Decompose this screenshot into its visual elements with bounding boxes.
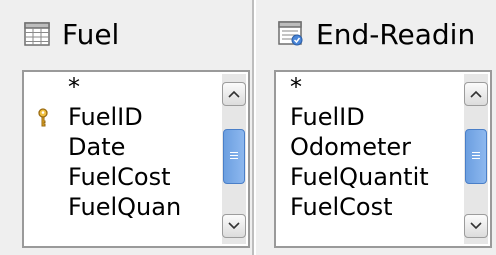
field-label: * xyxy=(290,73,302,101)
table-window-fuel[interactable]: Fuel * FuelID Date FuelCost FuelQuan xyxy=(0,0,252,255)
table-title: End-Readin xyxy=(316,17,476,51)
field-label: FuelQuan xyxy=(68,193,182,221)
field-label: Date xyxy=(68,133,126,161)
table-title: Fuel xyxy=(62,17,120,51)
window-divider xyxy=(252,0,262,255)
field-item[interactable]: FuelCost xyxy=(24,162,218,192)
field-label: FuelID xyxy=(68,103,143,131)
scroll-down-button[interactable] xyxy=(222,214,246,238)
scroll-thumb[interactable] xyxy=(223,129,245,185)
vertical-scrollbar[interactable] xyxy=(222,74,246,244)
field-item-primary-key[interactable]: FuelID xyxy=(24,102,218,132)
field-item[interactable]: * xyxy=(276,72,460,102)
query-icon xyxy=(278,21,303,46)
field-list[interactable]: * FuelID Odometer FuelQuantit FuelCost xyxy=(274,70,492,248)
scroll-down-button[interactable] xyxy=(464,214,488,238)
table-title-bar[interactable]: End-Readin xyxy=(262,0,496,68)
query-design-canvas: Fuel * FuelID Date FuelCost FuelQuan End… xyxy=(0,0,496,255)
field-label: FuelQuantit xyxy=(290,163,429,191)
field-label: FuelCost xyxy=(68,163,171,191)
field-label: Odometer xyxy=(290,133,411,161)
grip-icon xyxy=(472,152,480,162)
field-list[interactable]: * FuelID Date FuelCost FuelQuan xyxy=(22,70,250,248)
field-item[interactable]: Odometer xyxy=(276,132,460,162)
vertical-scrollbar[interactable] xyxy=(464,74,488,244)
scroll-up-button[interactable] xyxy=(464,82,488,106)
field-label: FuelID xyxy=(290,103,365,131)
chevron-down-icon xyxy=(228,222,240,230)
field-item[interactable]: * xyxy=(24,72,218,102)
scroll-up-button[interactable] xyxy=(222,82,246,106)
field-item[interactable]: Date xyxy=(24,132,218,162)
field-item[interactable]: FuelID xyxy=(276,102,460,132)
chevron-up-icon xyxy=(228,90,240,98)
chevron-up-icon xyxy=(470,90,482,98)
chevron-down-icon xyxy=(470,222,482,230)
scroll-thumb[interactable] xyxy=(465,129,487,185)
table-title-bar[interactable]: Fuel xyxy=(0,0,252,68)
table-window-end-reading[interactable]: End-Readin * FuelID Odometer FuelQuantit… xyxy=(262,0,496,255)
table-icon xyxy=(24,22,50,46)
field-item[interactable]: FuelQuan xyxy=(24,192,218,222)
key-icon xyxy=(38,108,48,127)
grip-icon xyxy=(230,152,238,162)
field-label: FuelCost xyxy=(290,193,393,221)
field-item[interactable]: FuelCost xyxy=(276,192,460,222)
field-item[interactable]: FuelQuantit xyxy=(276,162,460,192)
field-label: * xyxy=(68,73,80,101)
